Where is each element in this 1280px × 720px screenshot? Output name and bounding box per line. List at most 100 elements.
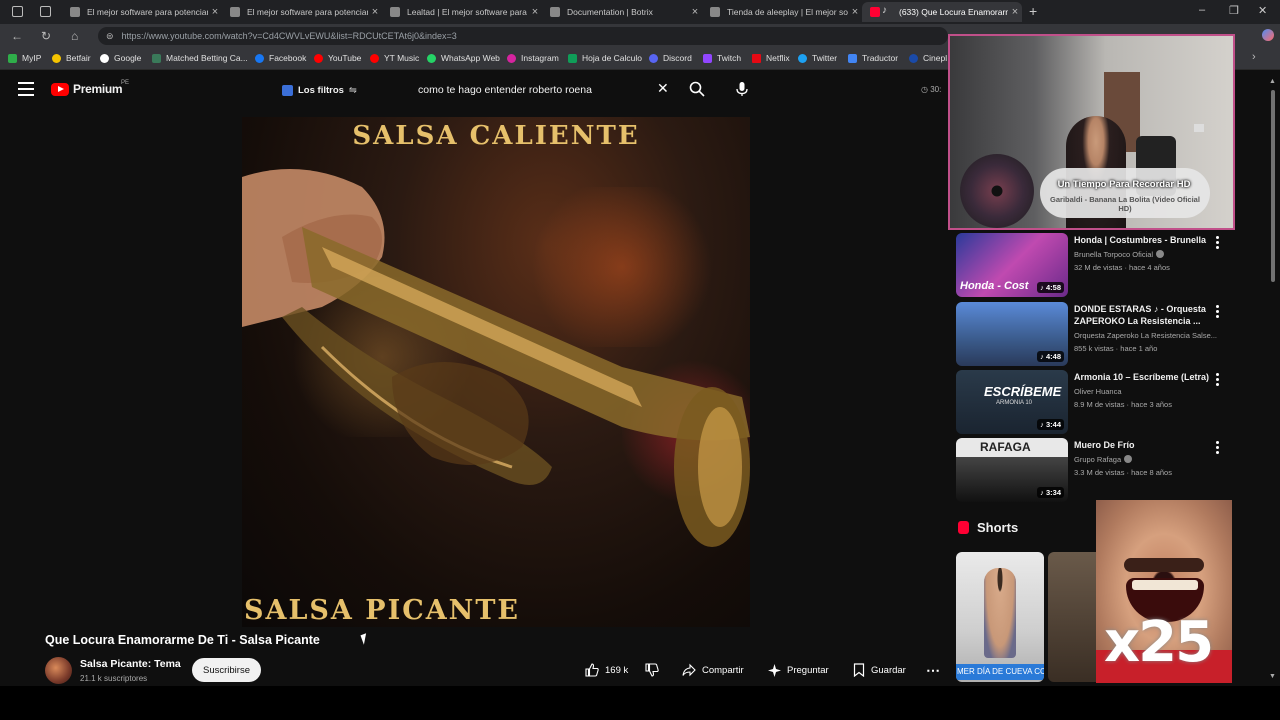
tab-actions-icon[interactable] <box>40 6 51 17</box>
recommendation-title[interactable]: DONDE ESTARAS ♪ - Orquesta ZAPEROKO La R… <box>1074 303 1214 327</box>
subscribe-button[interactable]: Suscribirse <box>192 658 261 682</box>
header-counter: ◷ 30: <box>921 85 942 94</box>
like-button[interactable]: 169 k <box>582 658 638 682</box>
filters-button[interactable]: Los filtros ⇋ <box>272 78 367 102</box>
bookmark-instagram[interactable]: Instagram <box>507 53 559 63</box>
home-icon[interactable]: ⌂ <box>71 29 78 43</box>
sparkle-icon <box>768 663 781 677</box>
duration-badge: ♪ 3:34 <box>1037 487 1064 498</box>
now-playing-title: Un Tiempo Para Recordar HD <box>1057 179 1191 190</box>
url-field[interactable]: ⊜ https://www.youtube.com/watch?v=Cd4CWV… <box>98 27 948 45</box>
minimize-icon[interactable]: – <box>1199 4 1205 16</box>
ask-button[interactable]: Preguntar <box>768 658 834 682</box>
recommendation-channel[interactable]: Brunella Torpoco Oficial <box>1074 250 1165 259</box>
microphone-icon[interactable] <box>735 81 749 97</box>
recommendation-title[interactable]: Honda | Costumbres - Brunella <box>1074 234 1214 246</box>
youtube-header: Premium PE Los filtros ⇋ como te hago en… <box>0 70 950 112</box>
browser-tab[interactable]: El mejor software para potenciar × <box>222 2 382 22</box>
video-thumbnail[interactable]: ♪ 4:48 <box>956 302 1068 366</box>
bookmark-hoja-de-calculo[interactable]: Hoja de Calculo <box>568 53 642 63</box>
recommendation-channel[interactable]: Grupo Rafaga <box>1074 455 1133 464</box>
back-icon[interactable]: ← <box>11 29 23 43</box>
search-query: como te hago entender roberto roena <box>418 84 592 96</box>
short-thumbnail[interactable]: MER DÍA DE CUEVA CC <box>956 552 1044 682</box>
site-info-icon[interactable]: ⊜ <box>106 31 114 42</box>
share-button[interactable]: Compartir <box>682 658 752 682</box>
menu-icon[interactable] <box>18 82 34 96</box>
recommendation-item[interactable]: RAFAGA ♪ 3:34 Muero De Frío Grupo Rafaga… <box>956 438 1231 502</box>
scroll-down-icon[interactable]: ▼ <box>1269 673 1276 680</box>
tab-favicon-icon <box>550 7 560 17</box>
clock-icon: ◷ <box>921 85 928 94</box>
video-thumbnail[interactable]: Honda - Cost ♪ 4:58 <box>956 233 1068 297</box>
more-options-icon[interactable] <box>1216 305 1219 320</box>
bookmark-traductor[interactable]: Traductor <box>848 53 898 63</box>
bookmark-cineplanet[interactable]: Cinepl <box>909 53 947 63</box>
recommendation-item[interactable]: ♪ 4:48 DONDE ESTARAS ♪ - Orquesta ZAPERO… <box>956 302 1231 366</box>
search-icon[interactable] <box>689 81 705 97</box>
tab-close-icon[interactable]: × <box>208 6 222 18</box>
clear-search-icon[interactable]: ✕ <box>657 80 669 97</box>
bookmark-yt-music[interactable]: YT Music <box>370 53 419 63</box>
workspaces-icon[interactable] <box>12 6 23 17</box>
bookmark-betfair[interactable]: Betfair <box>52 53 91 63</box>
tab-close-icon[interactable]: × <box>848 6 862 18</box>
tab-label: Documentation | Botrix <box>567 7 653 17</box>
video-thumbnail[interactable]: RAFAGA ♪ 3:34 <box>956 438 1068 502</box>
scroll-up-icon[interactable]: ▲ <box>1269 78 1276 85</box>
recommendation-title[interactable]: Armonia 10 – Escríbeme (Letra) <box>1074 371 1214 383</box>
bookmark-twitch[interactable]: Twitch <box>703 53 741 63</box>
bookmark-youtube[interactable]: YouTube <box>314 53 361 63</box>
bookmark-twitter[interactable]: Twitter <box>798 53 837 63</box>
browser-tab[interactable]: El mejor software para potenciar × <box>62 2 222 22</box>
dislike-button[interactable] <box>645 658 667 682</box>
channel-avatar[interactable] <box>45 657 72 684</box>
browser-tab[interactable]: Documentation | Botrix × <box>542 2 702 22</box>
bookmark-discord[interactable]: Discord <box>649 53 692 63</box>
thumbnail-subtext: ARMONIA 10 <box>996 400 1033 406</box>
restore-icon[interactable]: ❐ <box>1229 4 1239 17</box>
tab-close-icon[interactable]: × <box>1008 6 1022 18</box>
bookmark-whatsapp[interactable]: WhatsApp Web <box>427 53 500 63</box>
assistant-icon[interactable] <box>1262 29 1274 41</box>
more-options-icon[interactable] <box>1216 441 1219 456</box>
more-options-icon[interactable] <box>1216 236 1219 251</box>
recommendation-channel[interactable]: Orquesta Zaperoko La Resistencia Salse..… <box>1074 331 1217 340</box>
tab-close-icon[interactable]: × <box>368 6 382 18</box>
save-button[interactable]: Guardar <box>853 658 911 682</box>
tab-close-icon[interactable]: × <box>688 6 702 18</box>
video-player[interactable]: SALSA CALIENTE SALSA PICANTE <box>242 117 750 627</box>
youtube-premium-logo[interactable]: Premium PE <box>51 80 129 96</box>
tab-favicon-icon <box>230 7 240 17</box>
recommendation-title[interactable]: Muero De Frío <box>1074 439 1214 451</box>
tab-favicon-icon <box>390 7 400 17</box>
channel-name[interactable]: Salsa Picante: Tema <box>80 658 181 670</box>
bookmark-google[interactable]: Google <box>100 53 141 63</box>
more-options-icon[interactable] <box>1216 373 1219 388</box>
recommendation-channel[interactable]: Oliver Huanca <box>1074 387 1122 396</box>
new-tab-icon[interactable]: + <box>1029 3 1037 19</box>
sliders-icon: ⇋ <box>348 84 357 96</box>
tab-label: El mejor software para potenciar <box>87 7 208 17</box>
webcam-overlay: Un Tiempo Para Recordar HD Garibaldi - B… <box>948 34 1235 230</box>
bookmarks-overflow-icon[interactable]: › <box>1252 51 1256 63</box>
now-playing-artist: Garibaldi - Banana La Bolita (Video Ofic… <box>1050 195 1200 213</box>
video-thumbnail[interactable]: ESCRÍBEME ARMONIA 10 ♪ 3:44 <box>956 370 1068 434</box>
browser-tab-active[interactable]: ♪ (633) Que Locura Enamorarme × <box>862 2 1022 22</box>
audio-playing-icon[interactable]: ♪ <box>882 5 887 16</box>
recommendation-item[interactable]: Honda - Cost ♪ 4:58 Honda | Costumbres -… <box>956 233 1231 297</box>
search-input[interactable]: como te hago entender roberto roena <box>408 78 683 102</box>
bookmark-matched-betting[interactable]: Matched Betting Ca... <box>152 53 248 63</box>
browser-tab[interactable]: Tienda de aleeplay | El mejor softw × <box>702 2 862 22</box>
bookmark-netflix[interactable]: Netflix <box>752 53 790 63</box>
scrollbar-thumb[interactable] <box>1271 90 1275 282</box>
tab-label: Lealtad | El mejor software para p <box>407 7 528 17</box>
reload-icon[interactable]: ↻ <box>41 29 51 43</box>
more-actions-icon[interactable]: ⋯ <box>926 658 942 682</box>
bookmark-facebook[interactable]: Facebook <box>255 53 306 63</box>
bookmark-myip[interactable]: MyIP <box>8 53 41 63</box>
browser-tab[interactable]: Lealtad | El mejor software para p × <box>382 2 542 22</box>
recommendation-item[interactable]: ESCRÍBEME ARMONIA 10 ♪ 3:44 Armonia 10 –… <box>956 370 1231 434</box>
close-window-icon[interactable]: ✕ <box>1258 4 1267 17</box>
tab-close-icon[interactable]: × <box>528 6 542 18</box>
